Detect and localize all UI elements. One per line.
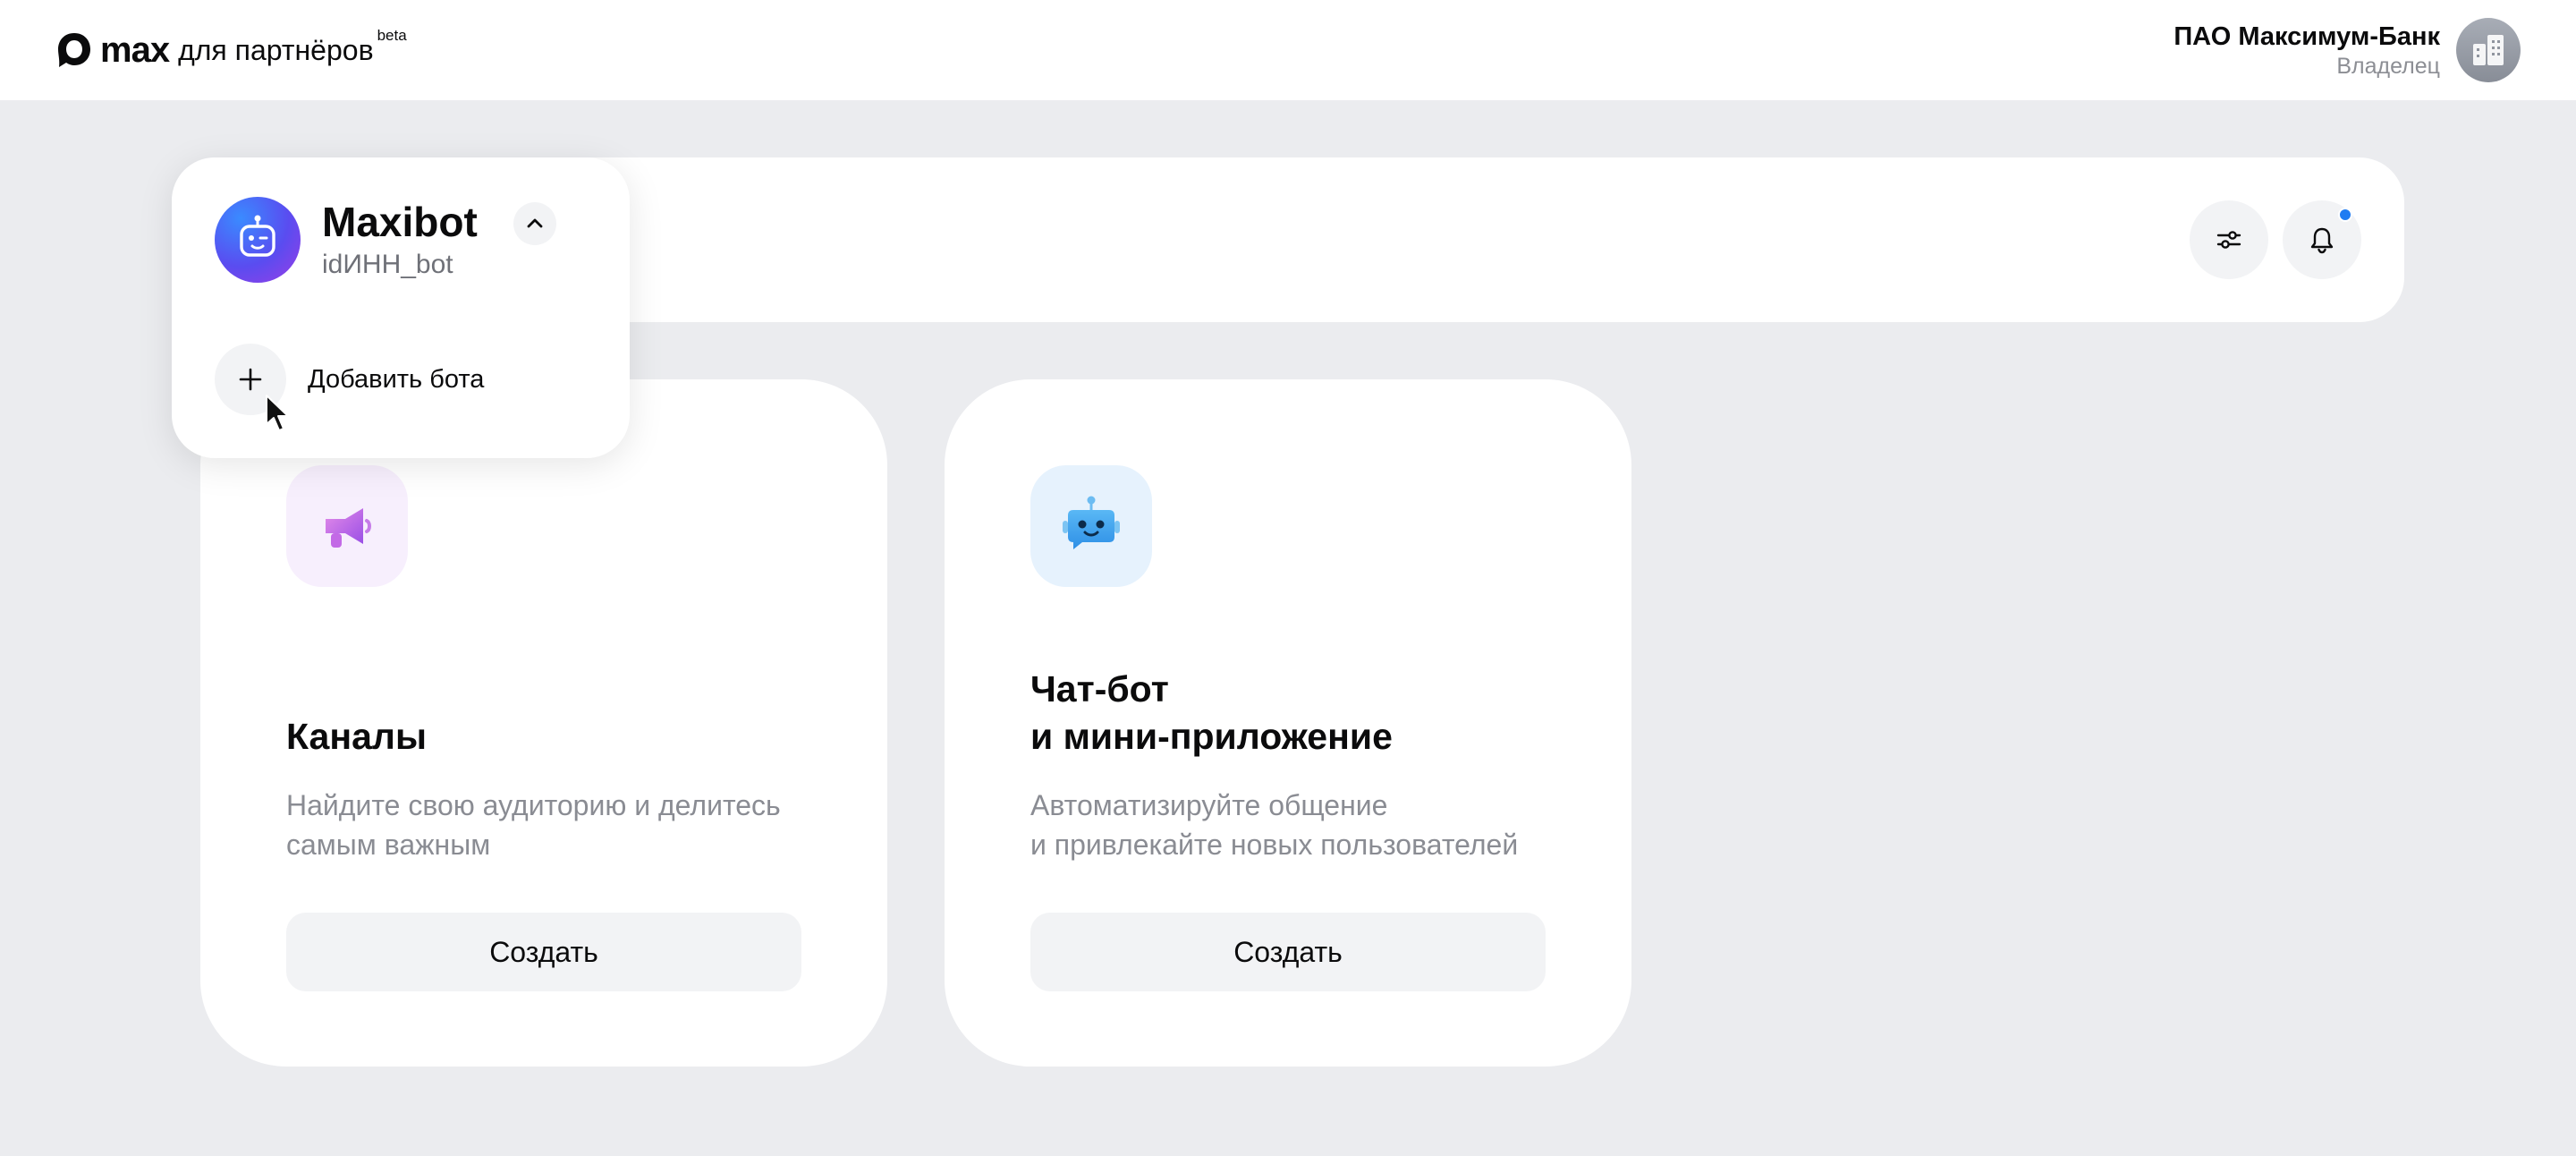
bell-icon bbox=[2310, 227, 2334, 254]
card-description: Автоматизируйте общение и привлекайте но… bbox=[1030, 789, 1519, 861]
logo-subtitle: для партнёров bbox=[178, 34, 374, 66]
bot-name: Maxibot bbox=[322, 199, 478, 245]
logo-wordmark: max bbox=[100, 30, 170, 70]
max-logo-icon bbox=[58, 33, 90, 67]
chatbot-card: Чат-бот и мини-приложение Автоматизируйт… bbox=[945, 379, 1631, 1067]
create-channel-button[interactable]: Создать bbox=[286, 913, 801, 991]
account-menu[interactable]: ПАО Максимум-Банк Владелец bbox=[2174, 18, 2521, 82]
plus-icon bbox=[239, 368, 262, 391]
channels-card: Каналы Найдите свою аудиторию и делитесь… bbox=[200, 379, 887, 1067]
card-title: Чат-бот и мини-приложение bbox=[1030, 668, 1393, 757]
card-icon-tile bbox=[1030, 465, 1152, 587]
bot-avatar[interactable] bbox=[215, 197, 301, 283]
card-title: Каналы bbox=[286, 716, 427, 757]
bot-handle: idИНН_bot bbox=[322, 250, 453, 279]
chevron-up-icon bbox=[527, 218, 543, 228]
beta-badge: beta bbox=[377, 27, 407, 44]
account-avatar[interactable] bbox=[2456, 18, 2521, 82]
collapse-bot-list-button[interactable] bbox=[513, 202, 556, 245]
chat-bot-icon bbox=[1063, 496, 1120, 549]
create-chatbot-button[interactable]: Создать bbox=[1030, 913, 1546, 991]
sliders-icon bbox=[2216, 231, 2241, 249]
account-role: Владелец bbox=[2336, 54, 2440, 79]
filters-button[interactable] bbox=[2190, 200, 2268, 279]
megaphone-icon bbox=[326, 508, 371, 548]
robot-face-icon bbox=[240, 215, 275, 257]
max-partners-logo[interactable]: max для партнёров beta bbox=[55, 27, 407, 72]
mouse-cursor-icon bbox=[266, 395, 289, 431]
account-name: ПАО Максимум-Банк bbox=[2174, 22, 2440, 51]
buildings-icon bbox=[2473, 35, 2504, 65]
card-description: Найдите свою аудиторию и делитесь самым … bbox=[286, 789, 781, 861]
card-icon-tile bbox=[286, 465, 408, 587]
notifications-button[interactable] bbox=[2283, 200, 2361, 279]
unread-notification-dot bbox=[2338, 208, 2352, 222]
top-bar: max для партнёров beta ПАО Максимум-Банк… bbox=[0, 0, 2576, 100]
account-text: ПАО Максимум-Банк Владелец bbox=[2174, 21, 2440, 80]
add-bot-item[interactable]: Добавить бота bbox=[215, 344, 484, 415]
bot-switcher-dropdown: Maxibot idИНН_bot Добавить бота bbox=[172, 157, 630, 458]
add-bot-label: Добавить бота bbox=[308, 364, 485, 394]
